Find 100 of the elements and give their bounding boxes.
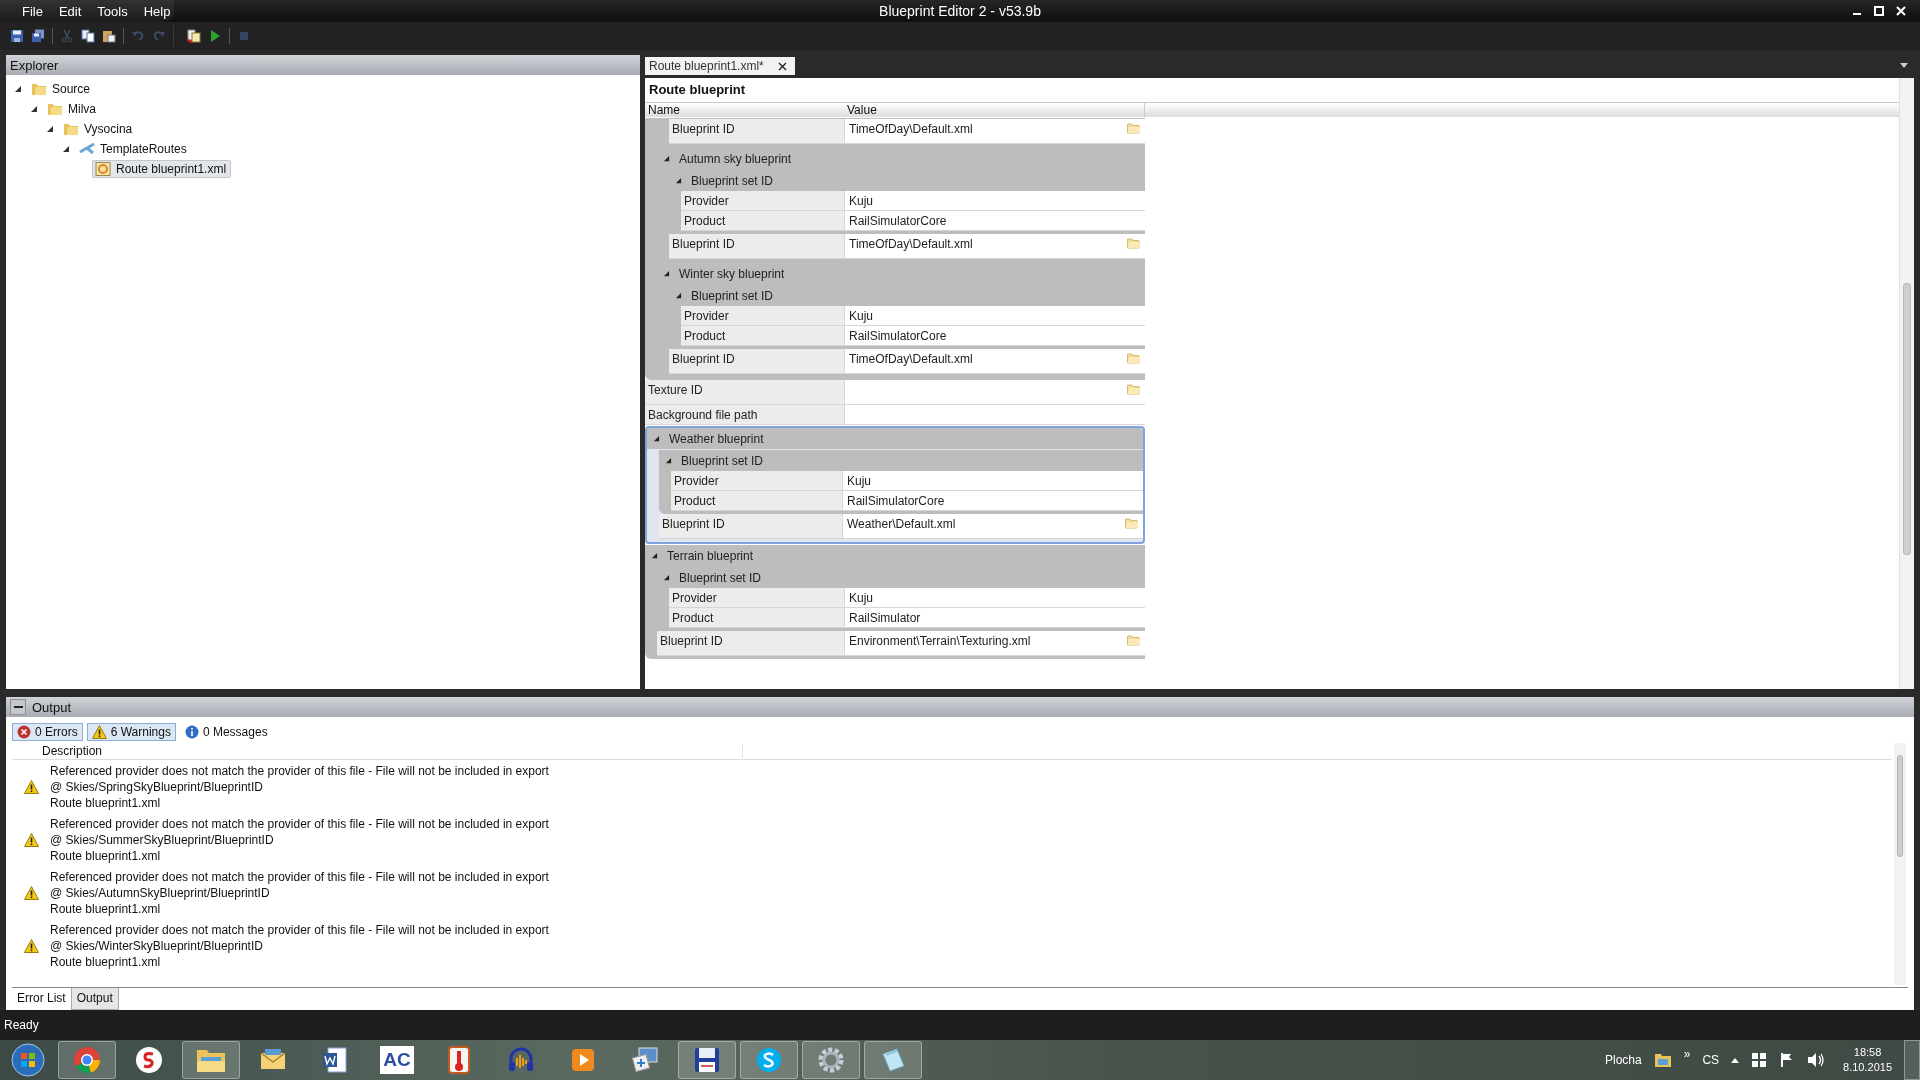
property-name: Provider <box>681 191 844 211</box>
message-location: @ Skies/SpringSkyBlueprint/BlueprintID <box>50 778 264 795</box>
export-icon[interactable] <box>187 29 201 43</box>
menu-item[interactable]: Help <box>135 1 179 21</box>
tree-item[interactable]: Source <box>28 80 96 98</box>
property-value-field[interactable]: Kuju <box>844 306 1145 326</box>
collapse-button[interactable] <box>10 699 26 715</box>
maximize-icon[interactable] <box>1874 6 1884 16</box>
property-value-field[interactable]: RailSimulatorCore <box>844 211 1145 231</box>
app-icon: AC <box>380 1046 414 1074</box>
info-icon <box>184 725 199 739</box>
copy-icon[interactable] <box>81 29 95 43</box>
property-value-field[interactable]: RailSimulatorCore <box>844 326 1145 346</box>
property-name: Product <box>681 326 844 346</box>
collapse-triangle-icon[interactable] <box>62 145 70 153</box>
pipe-icon <box>79 142 95 156</box>
tree-item[interactable]: Vysocina <box>60 120 138 138</box>
property-value-field[interactable] <box>844 405 1145 425</box>
property-name: Blueprint ID <box>669 234 844 259</box>
windows-flag-icon[interactable] <box>1751 1052 1768 1068</box>
property-value-field[interactable]: Weather\Default.xml <box>842 514 1143 539</box>
tree-item[interactable]: TemplateRoutes <box>76 140 192 158</box>
collapse-triangle-icon[interactable] <box>665 457 672 464</box>
warning-icon <box>24 885 39 900</box>
minus-icon <box>13 705 23 709</box>
group-label: Blueprint set ID <box>681 453 764 468</box>
group-label: Blueprint set ID <box>679 570 762 585</box>
group-label: Blueprint set ID <box>691 288 774 303</box>
property-value-field[interactable]: TimeOfDay\Default.xml <box>844 349 1145 374</box>
message-location: @ Skies/AutumnSkyBlueprint/BlueprintID <box>50 884 271 901</box>
collapse-triangle-icon[interactable] <box>663 574 670 581</box>
scrollbar[interactable] <box>1894 743 1906 985</box>
property-group-header[interactable]: Weather blueprint <box>647 428 1143 449</box>
folder-icon <box>63 122 79 136</box>
language-indicator[interactable]: CS <box>1702 1053 1720 1067</box>
property-value-field[interactable] <box>844 380 1145 405</box>
filter-button[interactable]: 0 Errors <box>12 723 83 741</box>
folder-icon <box>47 102 63 116</box>
tree-item[interactable]: Milva <box>44 100 101 118</box>
menu-item[interactable]: Tools <box>89 1 136 21</box>
toolbar-chevron[interactable]: » <box>1683 1047 1691 1061</box>
property-value-field[interactable]: Kuju <box>844 588 1145 608</box>
dropdown-caret-icon[interactable] <box>1900 63 1908 68</box>
save-icon[interactable] <box>10 29 24 43</box>
taskbar-app[interactable]: AC <box>368 1041 426 1079</box>
menu-item[interactable]: File <box>14 1 51 21</box>
clock[interactable]: 18:58 8.10.2015 <box>1843 1045 1892 1075</box>
toolbar-label[interactable]: Plocha <box>1605 1053 1642 1067</box>
collapse-triangle-icon[interactable] <box>675 177 682 184</box>
paste-icon[interactable] <box>102 29 116 43</box>
group-label: Blueprint set ID <box>691 173 774 188</box>
scrollbar[interactable] <box>1899 78 1914 689</box>
collapse-triangle-icon[interactable] <box>663 270 670 277</box>
document-tab[interactable]: Route blueprint1.xml* <box>645 57 795 75</box>
run-icon[interactable] <box>208 29 222 43</box>
speaker-icon[interactable] <box>1807 1052 1826 1068</box>
message-location: @ Skies/SummerSkyBlueprint/BlueprintID <box>50 831 275 848</box>
tree-item[interactable]: Route blueprint1.xml <box>92 160 232 178</box>
menu-item[interactable]: Edit <box>50 1 90 21</box>
property-name: Blueprint ID <box>669 119 844 144</box>
warning-icon <box>91 725 107 739</box>
column-header[interactable]: Value <box>843 103 1145 117</box>
taskbar-app[interactable] <box>678 1041 736 1079</box>
window-title: Blueprint Editor 2 - v53.9b <box>879 3 1041 19</box>
warning-icon <box>24 832 39 847</box>
gear-icon <box>817 1046 845 1074</box>
message-text: Referenced provider does not match the provider of this file - File will not be included in export <box>50 815 549 832</box>
filter-button[interactable]: 0 Messages <box>179 723 273 741</box>
close-icon[interactable] <box>777 61 787 71</box>
column-header[interactable]: Name <box>645 103 843 117</box>
property-value-field[interactable]: Kuju <box>842 471 1143 491</box>
collapse-triangle-icon[interactable] <box>675 292 682 299</box>
property-name: Product <box>669 608 844 628</box>
message-text: Referenced provider does not match the provider of this file - File will not be included in export <box>50 762 549 779</box>
folder-icon[interactable] <box>1653 1052 1672 1068</box>
collapse-triangle-icon[interactable] <box>651 552 658 559</box>
property-value-field[interactable]: RailSimulatorCore <box>842 491 1143 511</box>
property-value-field[interactable]: Environment\Terrain\Texturing.xml <box>844 631 1145 656</box>
group-label: Terrain blueprint <box>667 548 754 563</box>
collapse-triangle-icon[interactable] <box>653 435 660 442</box>
property-value-field[interactable]: Kuju <box>844 191 1145 211</box>
save-all-icon[interactable] <box>31 29 45 43</box>
skype-icon <box>755 1046 783 1074</box>
taskbar-app[interactable] <box>740 1041 798 1079</box>
collapse-triangle-icon[interactable] <box>14 85 22 93</box>
property-value-field[interactable]: TimeOfDay\Default.xml <box>844 119 1145 144</box>
error-icon <box>17 725 31 739</box>
property-value-field[interactable]: RailSimulator <box>844 608 1145 628</box>
panel-tab[interactable]: Output <box>70 988 119 1010</box>
panel-title: Output <box>32 699 72 715</box>
collapse-triangle-icon[interactable] <box>46 125 54 133</box>
column-header[interactable]: Description <box>42 744 743 758</box>
thermometer-icon <box>446 1045 472 1075</box>
property-value-field[interactable]: TimeOfDay\Default.xml <box>844 234 1145 259</box>
property-name: Provider <box>671 471 842 491</box>
filter-button[interactable]: 6 Warnings <box>86 723 176 741</box>
property-name: Background file path <box>645 405 844 425</box>
collapse-triangle-icon[interactable] <box>663 155 670 162</box>
collapse-triangle-icon[interactable] <box>30 105 38 113</box>
show-hidden-icons-icon[interactable] <box>1731 1057 1740 1063</box>
